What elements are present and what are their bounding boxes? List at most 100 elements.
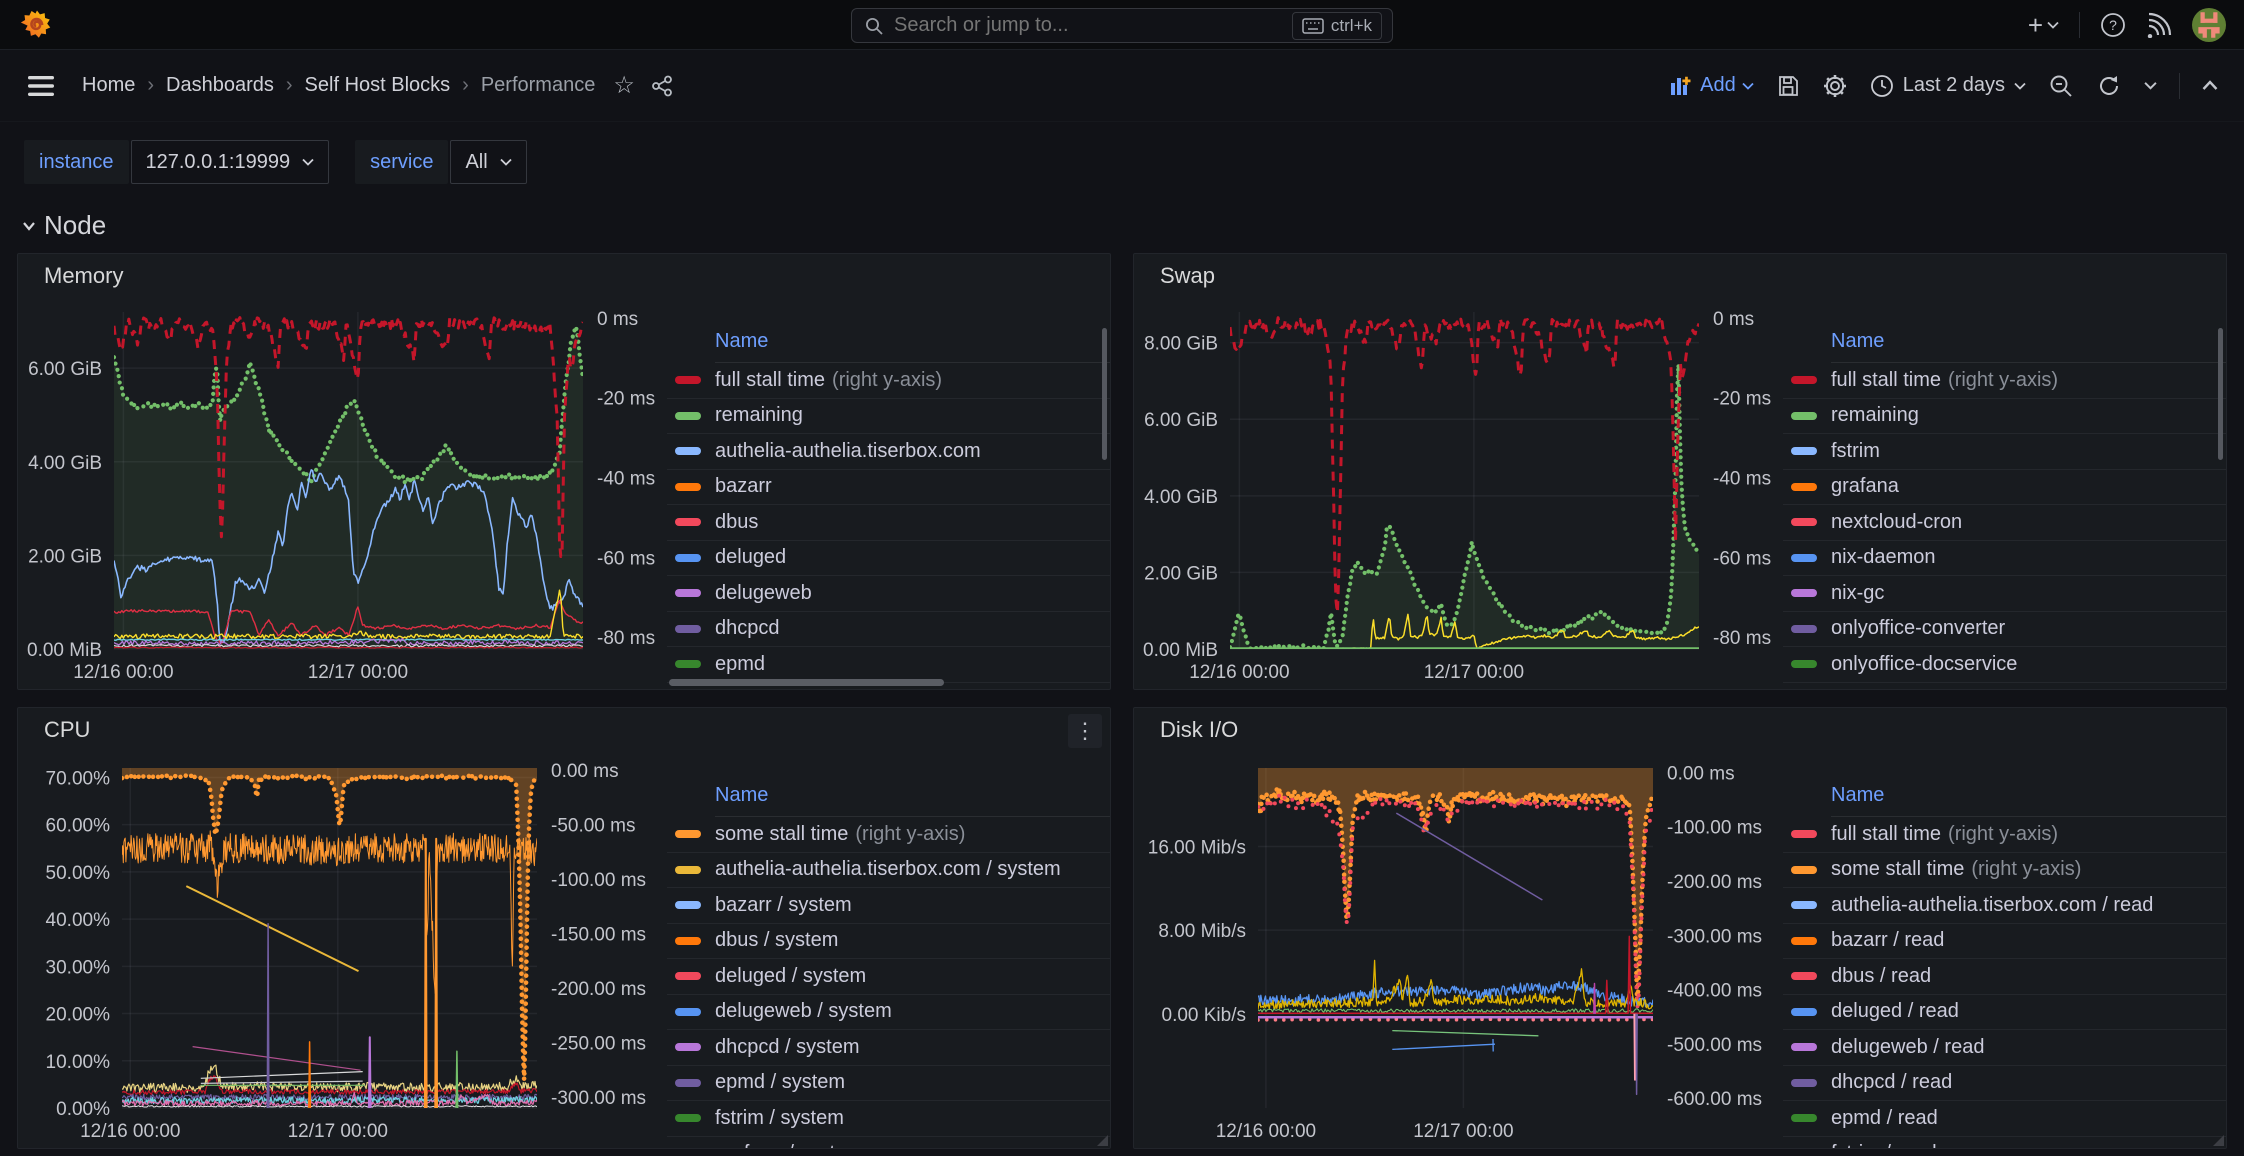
legend-item[interactable]: some stall time(right y-axis) [667, 817, 1110, 853]
legend-vertical-scrollbar[interactable] [1102, 328, 1107, 460]
legend-item[interactable]: epmd / read [1783, 1101, 2226, 1137]
legend-item[interactable]: fstrim / system [667, 1101, 1110, 1137]
share-icon[interactable] [651, 75, 673, 97]
save-dashboard-button[interactable] [1776, 74, 1800, 98]
legend-item[interactable]: some stall time(right y-axis) [1783, 853, 2226, 889]
legend-item[interactable]: delugeweb [667, 576, 1110, 612]
svg-text:30.00%: 30.00% [46, 957, 111, 978]
panel-swap-title[interactable]: Swap [1134, 254, 2226, 298]
favorite-star-icon[interactable]: ☆ [613, 71, 635, 100]
grafana-logo-icon[interactable] [20, 8, 54, 42]
news-button[interactable] [2146, 12, 2172, 38]
legend-item[interactable]: full stall time(right y-axis) [667, 363, 1110, 399]
disk-io-chart[interactable]: 16.00 Mib/s8.00 Mib/s0.00 Kib/s0.00 ms-1… [1134, 752, 1783, 1148]
legend-label: dbus [715, 511, 758, 534]
legend-item[interactable]: dbus / system [667, 924, 1110, 960]
legend-item[interactable]: delugeweb / system [667, 995, 1110, 1031]
legend-item[interactable]: delugeweb / read [1783, 1030, 2226, 1066]
legend-swatch [1791, 589, 1817, 597]
legend-vertical-scrollbar[interactable] [2218, 328, 2223, 460]
legend-item[interactable]: epmd / system [667, 1066, 1110, 1102]
breadcrumb-item-home[interactable]: Home [82, 74, 135, 97]
legend-item[interactable]: full stall time(right y-axis) [1783, 817, 2226, 853]
help-button[interactable]: ? [2100, 12, 2126, 38]
legend-label-suffix: (right y-axis) [1971, 858, 2081, 881]
collapse-toolbar-button[interactable] [2202, 80, 2218, 91]
legend-item[interactable]: authelia-authelia.tiserbox.com / system [667, 853, 1110, 889]
refresh-button[interactable] [2096, 73, 2122, 99]
dashboard-settings-button[interactable] [1822, 73, 1848, 99]
legend-item[interactable]: deluged / system [667, 959, 1110, 995]
breadcrumb-item-dashboards[interactable]: Dashboards [166, 74, 274, 97]
legend-item[interactable]: grafana / system [667, 1137, 1110, 1149]
legend-item[interactable]: deluged / read [1783, 995, 2226, 1031]
add-panel-button[interactable]: Add [1670, 74, 1754, 97]
search-icon [864, 16, 884, 36]
legend-header[interactable]: Name [1831, 330, 2226, 363]
panel-cpu-title[interactable]: CPU [18, 708, 1110, 752]
cpu-chart[interactable]: 70.00%60.00%50.00%40.00%30.00%20.00%10.0… [18, 752, 667, 1148]
panel-disk-io-title[interactable]: Disk I/O [1134, 708, 2226, 752]
legend-item[interactable]: deluged [667, 541, 1110, 577]
legend-header[interactable]: Name [1831, 784, 2226, 817]
legend-item[interactable]: fstrim / read [1783, 1137, 2226, 1149]
panel-grid: Memory 6.00 GiB4.00 GiB2.00 GiB0.00 MiB0… [17, 253, 2227, 1149]
panel-memory-title[interactable]: Memory [18, 254, 1110, 298]
menu-toggle-icon[interactable] [26, 74, 56, 98]
legend-horizontal-scrollbar[interactable] [669, 679, 944, 686]
variable-service-label: service [355, 140, 448, 184]
panel-resize-handle[interactable] [1097, 1135, 1108, 1146]
legend-item[interactable]: onlyoffice-converter [1783, 612, 2226, 648]
legend-label: fstrim [715, 688, 764, 689]
legend-swatch [1791, 1008, 1817, 1016]
legend-item[interactable]: bazarr / read [1783, 924, 2226, 960]
variable-instance-picker[interactable]: 127.0.0.1:19999 [131, 140, 330, 184]
svg-text:12/17 00:00: 12/17 00:00 [1413, 1121, 1513, 1142]
legend-swatch [675, 1114, 701, 1122]
time-range-picker[interactable]: Last 2 days [1870, 74, 2026, 98]
swap-chart[interactable]: 8.00 GiB6.00 GiB4.00 GiB2.00 GiB0.00 MiB… [1134, 298, 1783, 689]
legend-item[interactable]: bazarr [667, 470, 1110, 506]
legend-swatch [675, 412, 701, 420]
memory-chart[interactable]: 6.00 GiB4.00 GiB2.00 GiB0.00 MiB0 ms-20 … [18, 298, 667, 689]
breadcrumb-item-current: Performance [481, 74, 596, 97]
legend-header[interactable]: Name [715, 784, 1110, 817]
svg-text:-500.00 ms: -500.00 ms [1667, 1035, 1762, 1056]
svg-text:-200.00 ms: -200.00 ms [551, 979, 646, 1000]
panel-menu-kebab-icon[interactable]: ⋮ [1068, 714, 1102, 748]
search-input[interactable] [894, 14, 1292, 37]
legend-item[interactable]: nix-gc [1783, 576, 2226, 612]
legend-item[interactable]: nextcloud-cron [1783, 505, 2226, 541]
legend-item[interactable]: grafana [1783, 470, 2226, 506]
variable-service-picker[interactable]: All [450, 140, 526, 184]
legend-item[interactable]: authelia-authelia.tiserbox.com [667, 434, 1110, 470]
legend-item[interactable]: postgresql [1783, 683, 2226, 690]
panel-resize-handle[interactable] [2213, 1135, 2224, 1146]
legend-item[interactable]: remaining [667, 399, 1110, 435]
legend-item[interactable]: dbus / read [1783, 959, 2226, 995]
legend-item[interactable]: dhcpcd / read [1783, 1066, 2226, 1102]
new-menu-button[interactable]: + [2028, 12, 2059, 38]
refresh-interval-dropdown[interactable] [2144, 81, 2157, 90]
svg-text:?: ? [2109, 17, 2117, 33]
row-node-header[interactable]: Node [22, 210, 2244, 241]
breadcrumb-item-folder[interactable]: Self Host Blocks [305, 74, 451, 97]
legend-item[interactable]: dhcpcd [667, 612, 1110, 648]
legend-item[interactable]: onlyoffice-docservice [1783, 647, 2226, 683]
legend-item[interactable]: epmd [667, 647, 1110, 683]
user-avatar[interactable] [2192, 8, 2226, 42]
variable-service-value: All [465, 151, 487, 174]
legend-item[interactable]: full stall time(right y-axis) [1783, 363, 2226, 399]
svg-text:16.00 Mib/s: 16.00 Mib/s [1148, 837, 1246, 858]
legend-item[interactable]: dhcpcd / system [667, 1030, 1110, 1066]
legend-item[interactable]: bazarr / system [667, 888, 1110, 924]
breadcrumb-separator: › [147, 74, 154, 97]
legend-item[interactable]: remaining [1783, 399, 2226, 435]
legend-item[interactable]: fstrim [1783, 434, 2226, 470]
search-bar[interactable]: ctrl+k [851, 8, 1393, 43]
legend-header[interactable]: Name [715, 330, 1110, 363]
legend-item[interactable]: nix-daemon [1783, 541, 2226, 577]
legend-item[interactable]: authelia-authelia.tiserbox.com / read [1783, 888, 2226, 924]
zoom-out-time-button[interactable] [2048, 73, 2074, 99]
legend-item[interactable]: dbus [667, 505, 1110, 541]
